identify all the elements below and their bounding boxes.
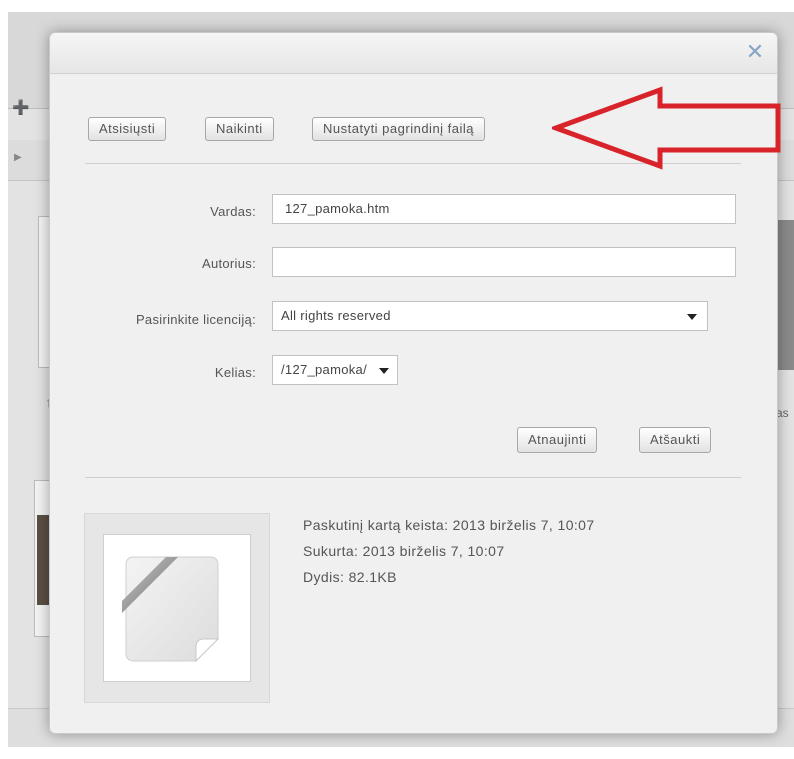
license-select[interactable]: All rights reserved xyxy=(272,301,708,331)
dialog-header: ✕ xyxy=(50,33,777,74)
document-icon xyxy=(122,556,220,663)
chevron-down-icon xyxy=(379,368,389,374)
update-button[interactable]: Atnaujinti xyxy=(517,427,598,453)
cancel-button[interactable]: Atšaukti xyxy=(639,427,712,453)
add-file-icon: ➕ xyxy=(12,99,30,115)
annotation-arrow-icon xyxy=(552,86,781,170)
thumbnail-frame xyxy=(103,534,251,682)
created-date: Sukurta: 2013 birželis 7, 10:07 xyxy=(303,543,505,559)
license-selected-value: All rights reserved xyxy=(281,308,391,323)
delete-button[interactable]: Naikinti xyxy=(205,117,274,141)
path-label: Kelias: xyxy=(214,365,256,380)
file-thumbnail xyxy=(84,513,270,703)
modified-date: Paskutinį kartą keista: 2013 birželis 7,… xyxy=(303,517,595,533)
chevron-down-icon xyxy=(687,314,697,320)
path-selected-value: /127_pamoka/ xyxy=(281,362,367,377)
set-main-file-button[interactable]: Nustatyti pagrindinį failą xyxy=(312,117,486,141)
name-field[interactable]: 127_pamoka.htm xyxy=(272,194,736,224)
background-image xyxy=(37,515,49,605)
author-field[interactable] xyxy=(272,247,736,277)
license-label: Pasirinkite licenciją: xyxy=(135,312,256,327)
author-label: Autorius: xyxy=(201,256,256,271)
close-icon[interactable]: ✕ xyxy=(743,40,767,64)
download-button[interactable]: Atsisiųsti xyxy=(88,117,167,141)
expand-arrow-icon: ▶ xyxy=(14,152,22,163)
path-select[interactable]: /127_pamoka/ xyxy=(272,355,398,385)
divider xyxy=(85,477,741,478)
name-label: Vardas: xyxy=(210,204,256,219)
file-size: Dydis: 82.1KB xyxy=(303,569,397,585)
